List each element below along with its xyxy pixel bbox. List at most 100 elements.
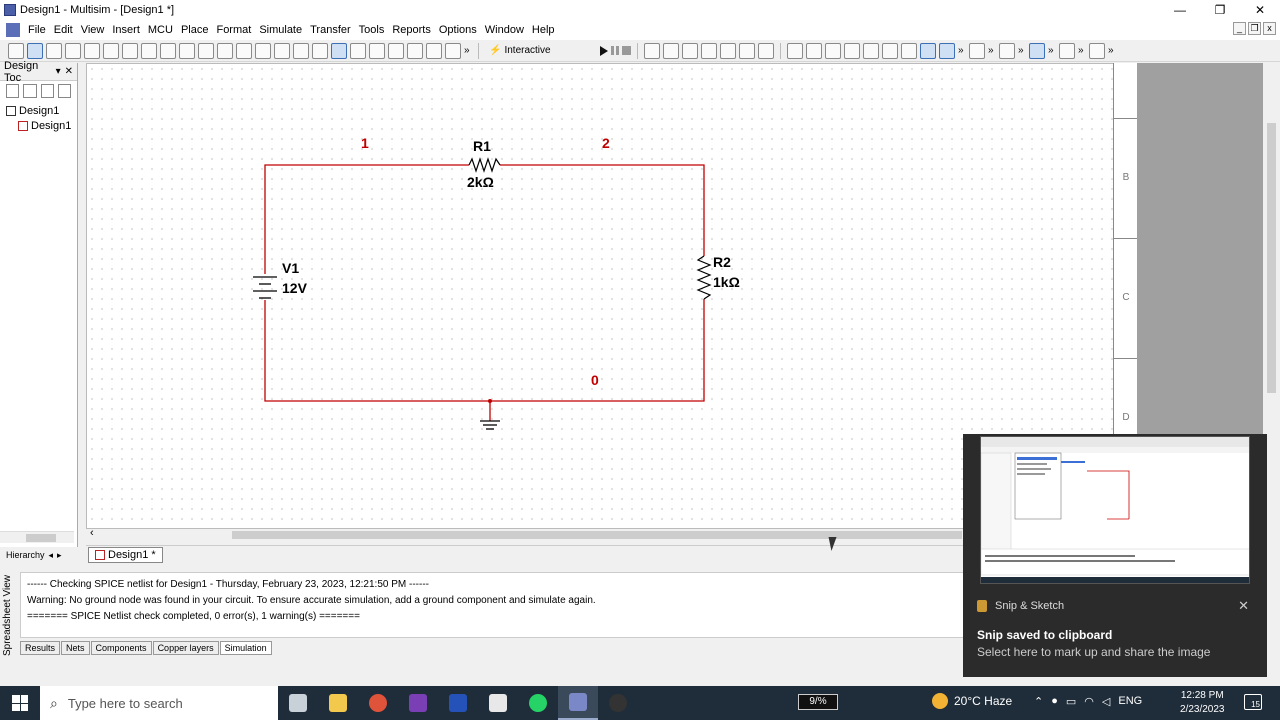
taskbar-search[interactable]: ⌕ Type here to search (40, 686, 278, 720)
save-design-icon[interactable] (40, 84, 54, 98)
toolbar-overflow-icon[interactable]: » (988, 45, 996, 56)
new-page-icon[interactable] (179, 42, 195, 59)
menu-edit[interactable]: Edit (50, 20, 77, 40)
net-label-0[interactable]: 0 (591, 372, 599, 388)
start-button[interactable] (0, 686, 40, 720)
database-icon[interactable] (882, 42, 898, 59)
design-settings-icon[interactable] (57, 84, 71, 98)
toolbar-overflow-icon[interactable]: » (958, 45, 966, 56)
tree-item-design1-sheet[interactable]: Design1 (6, 118, 77, 133)
document-icon[interactable] (6, 23, 20, 37)
menu-insert[interactable]: Insert (108, 20, 144, 40)
open-design-icon[interactable] (23, 84, 37, 98)
taskbar-app-multisim[interactable] (558, 686, 598, 720)
toolbar-overflow-icon[interactable]: » (1078, 45, 1086, 56)
restore-button[interactable]: ❐ (1200, 0, 1240, 20)
wire-net-1[interactable] (264, 164, 469, 274)
menu-help[interactable]: Help (528, 20, 559, 40)
menu-file[interactable]: File (24, 20, 50, 40)
menu-mcu[interactable]: MCU (144, 20, 177, 40)
menu-reports[interactable]: Reports (388, 20, 435, 40)
mdi-restore-button[interactable]: ❐ (1248, 22, 1261, 35)
scroll-thumb[interactable] (232, 531, 962, 539)
close-button[interactable]: ✕ (1240, 0, 1280, 20)
taskbar-app-whiteboard[interactable] (478, 686, 518, 720)
notification-center-icon[interactable]: 15 (1244, 694, 1262, 710)
microphone-icon[interactable]: ● (1051, 695, 1058, 708)
paste-icon[interactable] (312, 42, 328, 59)
oscilloscope-icon[interactable] (1059, 42, 1075, 59)
snip-preview-image[interactable] (980, 436, 1250, 584)
copy-icon[interactable] (84, 42, 100, 59)
component-wizard-icon[interactable] (901, 42, 917, 59)
tab-results[interactable]: Results (20, 641, 61, 655)
taskbar-app-whatsapp[interactable] (518, 686, 558, 720)
net-label-2[interactable]: 2 (602, 135, 610, 151)
snip-close-icon[interactable]: ✕ (1238, 598, 1249, 614)
menu-tools[interactable]: Tools (355, 20, 389, 40)
save-icon[interactable] (46, 42, 62, 59)
tab-hierarchy[interactable]: Hierarchy (6, 550, 45, 560)
tree-item-design1[interactable]: Design1 (6, 103, 77, 118)
instrument-icon[interactable] (999, 42, 1015, 59)
panel-pin-icon[interactable]: ▾ (56, 66, 61, 77)
toolbar-overflow-icon[interactable]: » (1108, 45, 1116, 56)
wire-net-0[interactable] (264, 299, 705, 402)
grapher-icon[interactable] (787, 42, 803, 59)
taskbar-app-task-view[interactable] (278, 686, 318, 720)
network-icon[interactable]: ◠ (1084, 695, 1094, 708)
toolbar-overflow-icon[interactable]: » (1048, 45, 1056, 56)
schematic-canvas[interactable]: R1 2kΩ R2 1kΩ V1 12V 1 2 0 (86, 63, 1114, 529)
design-toolbox-scrollbar[interactable] (0, 531, 74, 543)
menu-format[interactable]: Format (212, 20, 255, 40)
undo-2-icon[interactable] (331, 42, 347, 59)
taskbar-app-onenote[interactable] (398, 686, 438, 720)
taskbar-clock[interactable]: 12:28 PM 2/23/2023 (1180, 689, 1225, 717)
tab-nav-left-icon[interactable]: ◂ (49, 550, 54, 561)
scroll-thumb[interactable] (26, 534, 56, 542)
tab-copper-layers[interactable]: Copper layers (152, 641, 219, 655)
taskbar-app-chrome[interactable] (358, 686, 398, 720)
spreadsheet-icon[interactable] (844, 42, 860, 59)
zoom-area-icon[interactable] (141, 42, 157, 59)
zoom-full-icon[interactable] (426, 42, 442, 59)
speaker-icon[interactable]: ◁ (1102, 695, 1110, 708)
save-all-icon[interactable] (255, 42, 271, 59)
menu-place[interactable]: Place (177, 20, 213, 40)
snip-notification[interactable]: Snip & Sketch ✕ Snip saved to clipboard … (963, 434, 1267, 677)
undo-icon[interactable] (27, 42, 43, 59)
analysis-icon[interactable] (863, 42, 879, 59)
postprocessor-icon[interactable] (806, 42, 822, 59)
battery-icon[interactable]: ▭ (1066, 695, 1076, 708)
pause-simulation-icon[interactable] (611, 46, 619, 55)
globe-2-icon[interactable] (939, 42, 955, 59)
place-junction-icon[interactable] (969, 42, 985, 59)
wire-net-2[interactable] (500, 164, 705, 256)
menu-transfer[interactable]: Transfer (306, 20, 355, 40)
zoom-out-icon[interactable] (388, 42, 404, 59)
taskbar-app-file-explorer[interactable] (318, 686, 358, 720)
toolbar-overflow-icon[interactable]: » (464, 45, 472, 56)
menu-window[interactable]: Window (481, 20, 528, 40)
taskbar-app-recorder[interactable] (598, 686, 638, 720)
print-icon[interactable] (65, 42, 81, 59)
probe-settings-icon[interactable] (758, 42, 774, 59)
tab-nets[interactable]: Nets (61, 641, 90, 655)
language-indicator[interactable]: ENG (1118, 695, 1142, 708)
tab-components[interactable]: Components (90, 641, 152, 655)
zoom-sheet-icon[interactable] (445, 42, 461, 59)
scroll-left-icon[interactable]: ‹ (90, 527, 94, 539)
toolbar-overflow-icon[interactable]: » (1018, 45, 1026, 56)
cut-2-icon[interactable] (274, 42, 290, 59)
tray-overflow-icon[interactable]: ⌃ (1034, 695, 1043, 708)
net-label-1[interactable]: 1 (361, 135, 369, 151)
tab-design1[interactable]: Design1 * (88, 547, 163, 563)
redo-icon[interactable] (8, 42, 24, 59)
probe-icon[interactable] (644, 42, 660, 59)
probe-current-icon[interactable] (682, 42, 698, 59)
copy-2-icon[interactable] (293, 42, 309, 59)
probe-voltage-icon[interactable] (663, 42, 679, 59)
source-icon[interactable] (1029, 42, 1045, 59)
redo-2-icon[interactable] (350, 42, 366, 59)
probe-digital-icon[interactable] (739, 42, 755, 59)
